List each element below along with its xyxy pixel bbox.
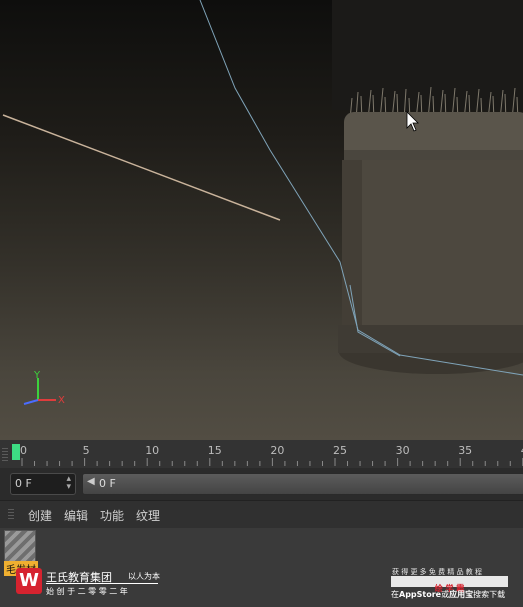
promo-line3: 在AppStore或应用宝搜索下载 <box>391 589 505 600</box>
slider-left-arrow-icon[interactable]: ◀ <box>87 476 95 487</box>
menu-create[interactable]: 创建 <box>28 507 52 524</box>
promo-or: 或 <box>441 590 450 599</box>
slider-frame-value: 0 F <box>99 477 116 490</box>
material-menu-bar: 创建 编辑 功能 纹理 <box>0 500 523 529</box>
frame-stepper-down-icon[interactable]: ▾ <box>66 482 71 492</box>
timeline-ticks <box>21 458 523 466</box>
viewport-scene: Y X <box>2 0 523 406</box>
menu-edit[interactable]: 编辑 <box>64 507 88 524</box>
menu-function[interactable]: 功能 <box>100 507 124 524</box>
axis-x-label: X <box>58 395 65 406</box>
frame-controls-row: 0 F ▴ ▾ ◀ 0 F <box>0 468 523 500</box>
menu-grip-handle[interactable] <box>8 509 14 521</box>
promo-badge: 绘 学 霸 <box>391 576 508 593</box>
brush-bristle-body <box>332 0 523 110</box>
brand-subtext: 始 创 于 二 零 零 二 年 <box>46 587 128 596</box>
promo-app: 应用宝 <box>449 590 474 599</box>
menu-texture[interactable]: 纹理 <box>136 507 160 524</box>
axis-y-label: Y <box>33 370 41 381</box>
brand-logo-icon: W <box>16 568 42 594</box>
promo-prefix: 在 <box>391 590 399 599</box>
hair-material-thumbnail[interactable] <box>4 530 36 562</box>
promo-suffix: 搜索下载 <box>473 590 506 599</box>
current-frame-value: 0 F <box>15 477 32 490</box>
promo-store: AppStore <box>399 590 442 599</box>
hair-guide-line <box>2 114 281 221</box>
current-frame-field[interactable]: 0 F ▴ ▾ <box>10 473 76 495</box>
brand-divider <box>46 583 158 584</box>
material-panel: 毛发材 W 王氏教育集团 以人为本 始 创 于 二 零 零 二 年 获 得 更 … <box>0 528 523 607</box>
brush-handle-body <box>342 160 523 330</box>
frame-range-slider[interactable]: ◀ 0 F <box>82 473 523 495</box>
3d-viewport[interactable]: Y X <box>0 0 523 440</box>
brand-slogan: 以人为本 <box>128 572 160 581</box>
timeline-ruler[interactable]: 0510152025303540 <box>0 440 523 468</box>
brush-handle-ring <box>344 150 523 160</box>
axis-gizmo-icon: Y X <box>23 370 65 406</box>
